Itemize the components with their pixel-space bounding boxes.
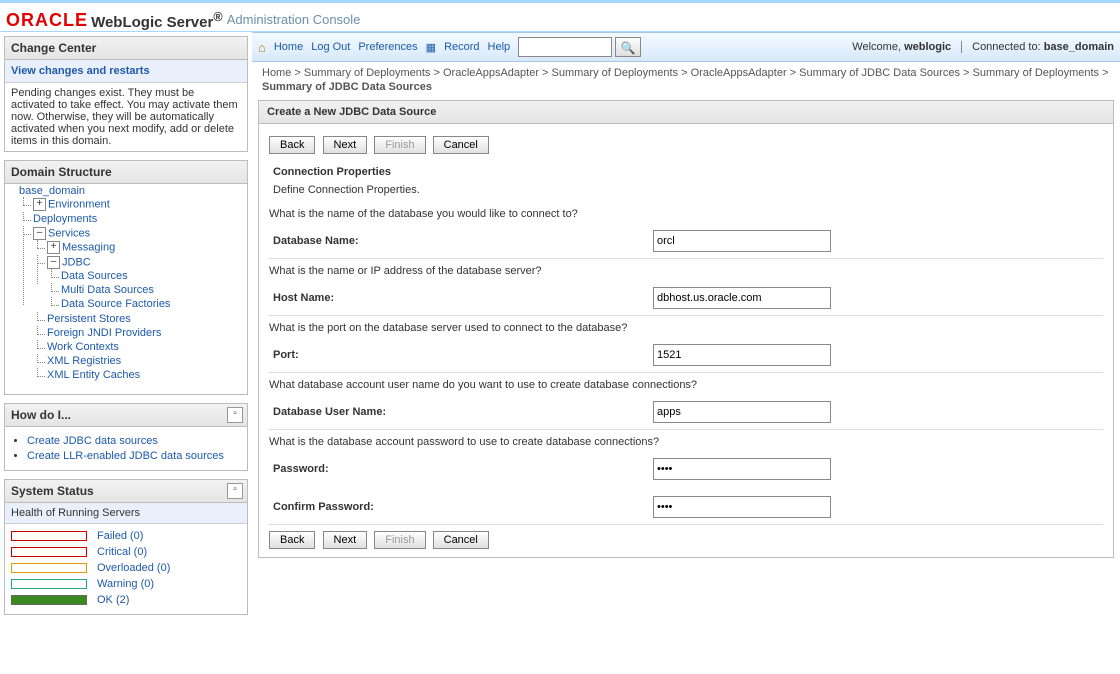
search-icon: 🔍 <box>621 41 636 55</box>
welcome-label: Welcome, <box>852 41 904 53</box>
tree-messaging[interactable]: Messaging <box>62 241 115 253</box>
system-status-sub: Health of Running Servers <box>5 503 247 524</box>
preferences-link[interactable]: Preferences <box>358 41 417 53</box>
howdo-link-1[interactable]: Create JDBC data sources <box>27 435 158 447</box>
input-port[interactable] <box>653 344 831 366</box>
tree-persistent-stores[interactable]: Persistent Stores <box>47 313 131 325</box>
tree-deployments[interactable]: Deployments <box>33 213 97 225</box>
tree-environment[interactable]: Environment <box>48 198 110 210</box>
breadcrumb: Home > Summary of Deployments > OracleAp… <box>252 62 1120 96</box>
tree-multi-data-sources[interactable]: Multi Data Sources <box>61 284 154 296</box>
how-do-i-panel: How do I... ▫ Create JDBC data sources Cr… <box>4 403 248 471</box>
collapse-icon[interactable]: ▫ <box>227 407 243 423</box>
finish-button: Finish <box>374 136 425 154</box>
tree-jdbc[interactable]: JDBC <box>62 256 91 268</box>
oracle-logo: ORACLE <box>6 10 88 30</box>
status-failed[interactable]: Failed (0) <box>97 530 143 542</box>
search-button[interactable]: 🔍 <box>615 37 641 57</box>
question-user: What database account user name do you w… <box>269 379 1103 391</box>
input-confirm-password[interactable] <box>653 496 831 518</box>
back-button[interactable]: Back <box>269 136 315 154</box>
domain-structure-panel: Domain Structure base_domain +Environmen… <box>4 160 248 395</box>
bc-item[interactable]: Summary of Deployments <box>304 67 431 79</box>
tree-data-sources[interactable]: Data Sources <box>61 270 128 282</box>
collapse-icon[interactable]: ▫ <box>227 483 243 499</box>
change-center-msg: Pending changes exist. They must be acti… <box>5 83 247 151</box>
expand-icon[interactable]: + <box>33 198 46 211</box>
logout-link[interactable]: Log Out <box>311 41 350 53</box>
input-db-name[interactable] <box>653 230 831 252</box>
record-link[interactable]: Record <box>444 41 479 53</box>
banner: ORACLE WebLogic Server® Administration C… <box>0 0 1120 32</box>
question-db-name: What is the name of the database you wou… <box>269 208 1103 220</box>
cancel-button[interactable]: Cancel <box>433 136 489 154</box>
toolbar: ⌂ Home Log Out Preferences ▦ Record Help… <box>252 32 1120 62</box>
search-input[interactable] <box>518 37 612 57</box>
section-subtitle: Define Connection Properties. <box>273 184 1103 196</box>
page-title: Create a New JDBC Data Source <box>259 101 1113 124</box>
question-host: What is the name or IP address of the da… <box>269 265 1103 277</box>
label-port: Port: <box>269 349 653 361</box>
product-name: WebLogic Server <box>91 14 213 31</box>
next-button[interactable]: Next <box>323 136 368 154</box>
bc-item[interactable]: Summary of JDBC Data Sources <box>799 67 960 79</box>
connected-domain: base_domain <box>1044 41 1114 53</box>
label-user: Database User Name: <box>269 406 653 418</box>
system-status-title: System Status <box>11 484 94 498</box>
status-overloaded[interactable]: Overloaded (0) <box>97 562 170 574</box>
input-password[interactable] <box>653 458 831 480</box>
status-ok[interactable]: OK (2) <box>97 594 129 606</box>
label-host: Host Name: <box>269 292 653 304</box>
console-subtitle: Administration Console <box>227 12 361 27</box>
input-host[interactable] <box>653 287 831 309</box>
tree-work-contexts[interactable]: Work Contexts <box>47 341 119 353</box>
expand-icon[interactable]: + <box>47 241 60 254</box>
change-center-panel: Change Center View changes and restarts … <box>4 36 248 152</box>
input-user[interactable] <box>653 401 831 423</box>
welcome-user: weblogic <box>904 41 951 53</box>
bc-item[interactable]: Summary of Deployments <box>973 67 1100 79</box>
home-link[interactable]: Home <box>274 41 303 53</box>
domain-structure-title: Domain Structure <box>5 161 247 184</box>
next-button-bottom[interactable]: Next <box>323 531 368 549</box>
bc-item[interactable]: OracleAppsAdapter <box>691 67 787 79</box>
help-link[interactable]: Help <box>488 41 511 53</box>
back-button-bottom[interactable]: Back <box>269 531 315 549</box>
label-db-name: Database Name: <box>269 235 653 247</box>
label-password: Password: <box>269 463 653 475</box>
tree-data-source-factories[interactable]: Data Source Factories <box>61 298 170 310</box>
how-do-i-title: How do I... <box>11 408 71 422</box>
collapse-icon[interactable]: – <box>33 227 46 240</box>
bc-item[interactable]: OracleAppsAdapter <box>443 67 539 79</box>
cancel-button-bottom[interactable]: Cancel <box>433 531 489 549</box>
tree-xml-registries[interactable]: XML Registries <box>47 355 121 367</box>
record-icon: ▦ <box>426 41 436 54</box>
status-warning[interactable]: Warning (0) <box>97 578 154 590</box>
tree-root[interactable]: base_domain <box>19 185 85 197</box>
change-center-title: Change Center <box>5 37 247 60</box>
collapse-icon[interactable]: – <box>47 256 60 269</box>
main-content: Create a New JDBC Data Source Back Next … <box>258 100 1114 558</box>
status-critical[interactable]: Critical (0) <box>97 546 147 558</box>
view-changes-link[interactable]: View changes and restarts <box>11 65 150 77</box>
home-icon: ⌂ <box>258 40 266 55</box>
domain-tree[interactable]: base_domain +Environment Deployments –Se… <box>5 184 247 394</box>
bc-current: Summary of JDBC Data Sources <box>262 81 432 93</box>
finish-button-bottom: Finish <box>374 531 425 549</box>
question-port: What is the port on the database server … <box>269 322 1103 334</box>
connected-label: Connected to: <box>972 41 1044 53</box>
tree-services[interactable]: Services <box>48 227 90 239</box>
reg-mark: ® <box>213 10 222 24</box>
tree-foreign-jndi[interactable]: Foreign JNDI Providers <box>47 327 161 339</box>
tree-xml-entity-caches[interactable]: XML Entity Caches <box>47 369 140 381</box>
question-password: What is the database account password to… <box>269 436 1103 448</box>
label-confirm-password: Confirm Password: <box>269 501 653 513</box>
section-title: Connection Properties <box>273 166 1103 178</box>
bc-item[interactable]: Home <box>262 67 291 79</box>
bc-item[interactable]: Summary of Deployments <box>552 67 679 79</box>
howdo-link-2[interactable]: Create LLR-enabled JDBC data sources <box>27 450 224 462</box>
system-status-panel: System Status ▫ Health of Running Servers… <box>4 479 248 615</box>
